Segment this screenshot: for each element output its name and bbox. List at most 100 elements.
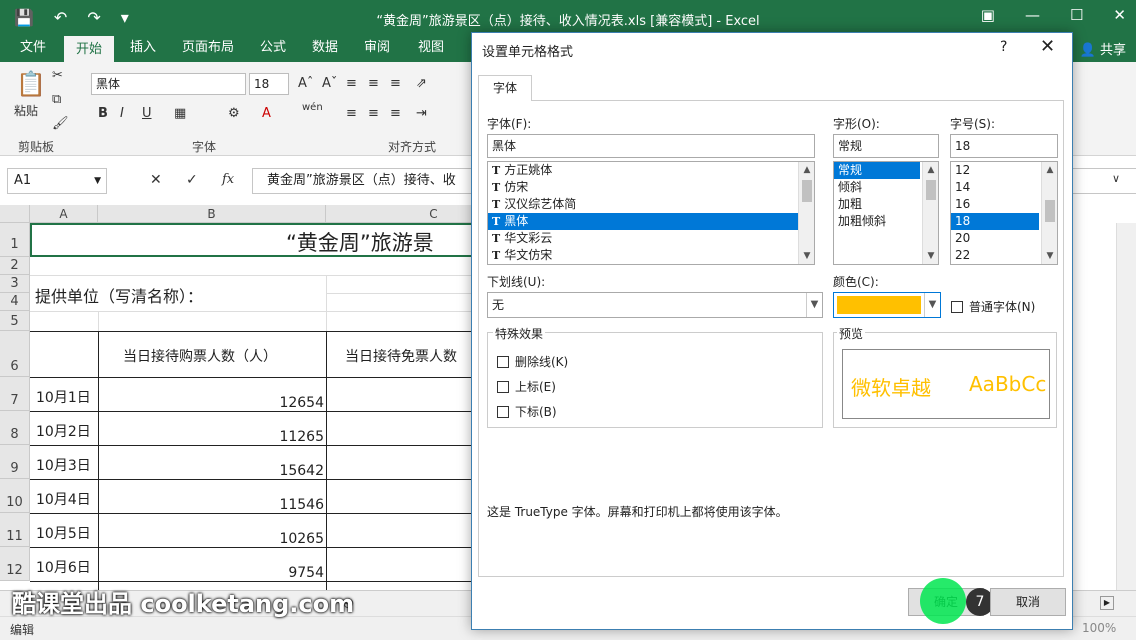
date-cell[interactable]: 10月3日 — [36, 455, 91, 475]
increase-font-icon[interactable]: Aˆ — [298, 76, 313, 91]
font-size-list[interactable]: 12 14 16 18 20 22 ▲ ▼ — [950, 161, 1058, 265]
minimize-icon[interactable]: — — [1025, 6, 1040, 24]
strikethrough-checkbox[interactable]: 删除线(K) — [497, 353, 568, 370]
scroll-down-icon[interactable]: ▼ — [923, 248, 938, 264]
copy-icon[interactable]: ⧉ — [52, 92, 61, 107]
value-cell[interactable]: 9754 — [252, 565, 324, 581]
provider-label[interactable]: 提供单位（写清名称）： — [35, 283, 203, 307]
scroll-right-icon[interactable]: ▶ — [1100, 596, 1114, 610]
column-header-b[interactable]: B — [98, 205, 326, 223]
align-top-icon[interactable]: ≡ — [346, 76, 357, 91]
cancel-entry-icon[interactable]: ✕ — [150, 172, 162, 188]
value-cell[interactable]: 10265 — [252, 531, 324, 547]
scroll-up-icon[interactable]: ▲ — [1042, 162, 1057, 178]
normal-font-checkbox[interactable]: 普通字体(N) — [951, 298, 1035, 315]
date-cell[interactable]: 10月6日 — [36, 557, 91, 577]
size-list-scrollbar[interactable]: ▲ ▼ — [1041, 162, 1057, 264]
insert-function-icon[interactable]: fx — [222, 172, 234, 187]
confirm-entry-icon[interactable]: ✓ — [186, 172, 198, 188]
tab-home[interactable]: 开始 — [64, 36, 115, 62]
font-list-scrollbar[interactable]: ▲ ▼ — [798, 162, 814, 264]
size-list-item-selected[interactable]: 18 — [951, 213, 1039, 230]
date-cell[interactable]: 10月4日 — [36, 489, 91, 509]
close-icon[interactable]: ✕ — [1113, 6, 1126, 24]
scroll-up-icon[interactable]: ▲ — [799, 162, 814, 178]
expand-formula-icon[interactable]: ∨ — [1112, 172, 1120, 185]
row-header-8[interactable]: 8 — [0, 411, 30, 445]
italic-button[interactable]: I — [120, 106, 124, 121]
tab-insert[interactable]: 插入 — [118, 36, 168, 62]
row-header-11[interactable]: 11 — [0, 513, 30, 547]
color-picker[interactable]: ▼ — [833, 292, 941, 318]
vertical-scrollbar[interactable] — [1116, 223, 1136, 590]
tab-view[interactable]: 视图 — [406, 36, 456, 62]
font-style-input[interactable]: 常规 — [833, 134, 939, 158]
font-size-combo[interactable]: 18 — [249, 73, 289, 95]
row-header-10[interactable]: 10 — [0, 479, 30, 513]
value-cell[interactable]: 11265 — [252, 429, 324, 445]
select-all-corner[interactable] — [0, 205, 30, 223]
subscript-checkbox[interactable]: 下标(B) — [497, 403, 557, 420]
font-name-input[interactable]: 黑体 — [487, 134, 815, 158]
row-header-5[interactable]: 5 — [0, 311, 30, 331]
font-list-item-selected[interactable]: T 黑体 — [488, 213, 814, 230]
align-left-icon[interactable]: ≡ — [346, 106, 357, 121]
row-header-12[interactable]: 12 — [0, 547, 30, 581]
underline-combo[interactable]: 无 ▼ — [487, 292, 823, 318]
share-button[interactable]: 👤 共享 — [1080, 39, 1126, 58]
value-cell[interactable]: 15642 — [252, 463, 324, 479]
scroll-up-icon[interactable]: ▲ — [923, 162, 938, 178]
align-center-icon[interactable]: ≡ — [368, 106, 379, 121]
scroll-down-icon[interactable]: ▼ — [799, 248, 814, 264]
zoom-level[interactable]: 100% — [1082, 621, 1116, 635]
row-header-2[interactable]: 2 — [0, 257, 30, 275]
font-name-combo[interactable]: 黑体 — [91, 73, 246, 95]
scroll-thumb[interactable] — [926, 180, 936, 200]
font-size-input[interactable]: 18 — [950, 134, 1058, 158]
name-box[interactable]: A1 ▼ — [7, 168, 107, 194]
row-header-9[interactable]: 9 — [0, 445, 30, 479]
bold-button[interactable]: B — [98, 106, 108, 121]
value-cell[interactable]: 12654 — [252, 395, 324, 411]
tab-formulas[interactable]: 公式 — [248, 36, 298, 62]
cancel-button[interactable]: 取消 — [990, 588, 1066, 616]
date-cell[interactable]: 10月1日 — [36, 387, 91, 407]
superscript-checkbox[interactable]: 上标(E) — [497, 378, 556, 395]
tab-review[interactable]: 审阅 — [352, 36, 402, 62]
style-list-item-selected[interactable]: 常规 — [834, 162, 920, 179]
phonetic-icon[interactable]: wén — [302, 102, 323, 113]
cut-icon[interactable]: ✂ — [52, 68, 63, 83]
font-style-list[interactable]: 常规 倾斜 加粗 加粗倾斜 ▲ ▼ — [833, 161, 939, 265]
tab-data[interactable]: 数据 — [300, 36, 350, 62]
row-header-3[interactable]: 3 — [0, 275, 30, 293]
font-list[interactable]: T 方正姚体 T 仿宋 T 汉仪综艺体简 T 黑体 T 华文彩云 T 华文仿宋 ▲ ▼ — [487, 161, 815, 265]
row-header-6[interactable]: 6 — [0, 331, 30, 377]
date-cell[interactable]: 10月5日 — [36, 523, 91, 543]
tab-font[interactable]: 字体 — [478, 75, 532, 101]
ribbon-display-icon[interactable]: ▣ — [981, 6, 995, 24]
align-right-icon[interactable]: ≡ — [390, 106, 401, 121]
row-header-4[interactable]: 4 — [0, 293, 30, 311]
paste-icon[interactable]: 📋 — [16, 70, 46, 98]
border-icon[interactable]: ▦ — [174, 106, 186, 121]
font-list-item[interactable]: T 华文彩云 — [488, 230, 814, 247]
dialog-close-button[interactable]: ✕ — [1040, 36, 1055, 57]
row-header-7[interactable]: 7 — [0, 377, 30, 411]
scroll-down-icon[interactable]: ▼ — [1042, 248, 1057, 264]
scroll-thumb[interactable] — [1045, 200, 1055, 222]
font-list-item[interactable]: T 仿宋 — [488, 179, 814, 196]
font-list-item[interactable]: T 华文仿宋 — [488, 247, 814, 264]
align-bottom-icon[interactable]: ≡ — [390, 76, 401, 91]
font-list-item[interactable]: T 方正姚体 — [488, 162, 814, 179]
date-cell[interactable]: 10月2日 — [36, 421, 91, 441]
indent-icon[interactable]: ⇥ — [416, 106, 427, 121]
help-button[interactable]: ? — [1000, 39, 1007, 55]
tab-file[interactable]: 文件 — [8, 36, 58, 62]
tab-page-layout[interactable]: 页面布局 — [170, 36, 246, 62]
header-free-visitors[interactable]: 当日接待免票人数 — [345, 346, 457, 366]
decrease-font-icon[interactable]: Aˇ — [322, 76, 337, 91]
orientation-icon[interactable]: ⇗ — [416, 76, 427, 91]
row-header-1[interactable]: 1 — [0, 223, 30, 257]
format-painter-icon[interactable]: 🖌 — [52, 116, 69, 131]
value-cell[interactable]: 11546 — [252, 497, 324, 513]
